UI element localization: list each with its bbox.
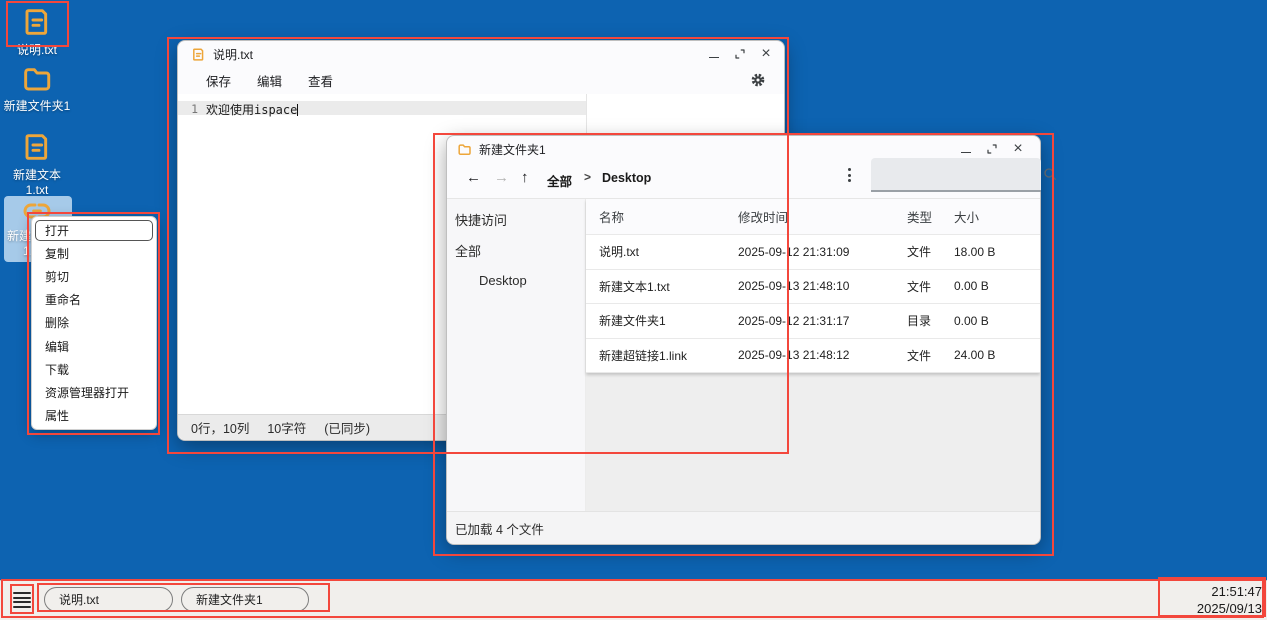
expand-icon <box>734 48 746 60</box>
desktop-icon-new-folder-1[interactable]: 新建文件夹1 <box>0 63 74 114</box>
cursor-position: 0行，10列 <box>191 418 249 437</box>
file-size: 0.00 B <box>954 279 989 293</box>
table-row[interactable]: 新建文件夹1 2025-09-12 21:31:17 目录 0.00 B <box>586 304 1040 339</box>
context-menu: 打开 复制 剪切 重命名 删除 编辑 下载 资源管理器打开 属性 <box>31 216 157 430</box>
expand-icon <box>986 143 998 155</box>
editor-window-title: 说明.txt <box>213 46 253 63</box>
char-count: 10字符 <box>267 418 306 437</box>
table-header-row: 名称 修改时间 类型 大小 <box>586 199 1040 235</box>
file-manager-body: 快捷访问 全部 Desktop 名称 修改时间 类型 大小 说明.txt 202… <box>447 199 1040 511</box>
file-name: 新建文本1.txt <box>599 278 670 295</box>
file-modified: 2025-09-13 21:48:12 <box>738 348 849 362</box>
file-name: 新建文件夹1 <box>599 312 666 329</box>
file-modified: 2025-09-12 21:31:09 <box>738 245 849 259</box>
context-menu-item-open[interactable]: 打开 <box>32 219 156 242</box>
breadcrumb-root[interactable]: 全部 <box>547 171 572 190</box>
taskbar-task-file-manager[interactable]: 新建文件夹1 <box>181 587 309 612</box>
more-options-kebab-icon[interactable] <box>842 166 856 184</box>
file-size: 18.00 B <box>954 245 995 259</box>
search-icon <box>1042 166 1058 182</box>
text-caret <box>297 104 298 116</box>
file-manager-statusbar: 已加载 4 个文件 <box>447 511 1040 544</box>
text-file-icon <box>21 5 53 39</box>
column-header-type[interactable]: 类型 <box>907 207 932 226</box>
desktop-icon-shuoming-txt[interactable]: 说明.txt <box>0 5 74 58</box>
desktop-icon-label: 1.txt <box>0 183 74 198</box>
sidebar-item-desktop[interactable]: Desktop <box>479 273 527 288</box>
column-header-size[interactable]: 大小 <box>954 207 979 226</box>
column-header-name[interactable]: 名称 <box>599 207 624 226</box>
menu-edit[interactable]: 编辑 <box>257 71 282 90</box>
file-type: 文件 <box>907 347 931 364</box>
table-row[interactable]: 新建超链接1.link 2025-09-13 21:48:12 文件 24.00… <box>586 339 1040 374</box>
context-menu-item-download[interactable]: 下载 <box>32 358 156 381</box>
clock-date: 2025/09/13 <box>1197 600 1262 617</box>
text-file-icon <box>21 130 53 164</box>
menu-view[interactable]: 查看 <box>308 71 333 90</box>
file-modified: 2025-09-12 21:31:17 <box>738 314 849 328</box>
taskbar: 说明.txt 新建文件夹1 21:51:47 2025/09/13 <box>0 580 1267 620</box>
breadcrumb-current[interactable]: Desktop <box>602 171 651 185</box>
desktop-icon-new-text-1[interactable]: 新建文本 1.txt <box>0 130 74 198</box>
folder-icon <box>457 142 472 157</box>
gear-icon <box>750 72 766 88</box>
file-name: 新建超链接1.link <box>599 347 687 364</box>
desktop-icon-label: 新建文本 <box>0 168 74 183</box>
sidebar-header-quick-access: 快捷访问 <box>455 210 507 229</box>
file-type: 目录 <box>907 312 931 329</box>
folder-icon <box>21 63 53 95</box>
sync-status: (已同步) <box>324 418 370 437</box>
nav-up-arrow[interactable]: ↑ <box>521 169 529 186</box>
context-menu-item-rename[interactable]: 重命名 <box>32 288 156 311</box>
file-size: 24.00 B <box>954 348 995 362</box>
context-menu-item-properties[interactable]: 属性 <box>32 404 156 427</box>
file-name: 说明.txt <box>599 243 639 260</box>
context-menu-item-delete[interactable]: 删除 <box>32 311 156 334</box>
desktop-icon-label: 新建文件夹1 <box>0 99 74 114</box>
editor-menubar: 保存 编辑 查看 <box>178 67 784 94</box>
search-input[interactable] <box>871 158 1042 190</box>
task-label: 说明.txt <box>59 591 99 608</box>
file-table: 名称 修改时间 类型 大小 说明.txt 2025-09-12 21:31:09… <box>586 199 1040 373</box>
file-modified: 2025-09-13 21:48:10 <box>738 279 849 293</box>
maximize-button[interactable] <box>732 46 748 62</box>
file-manager-window-title: 新建文件夹1 <box>479 141 546 158</box>
context-menu-item-edit[interactable]: 编辑 <box>32 335 156 358</box>
table-row[interactable]: 说明.txt 2025-09-12 21:31:09 文件 18.00 B <box>586 235 1040 270</box>
editor-line-text: 欢迎使用ispace <box>206 101 298 118</box>
settings-gear-button[interactable] <box>750 72 766 88</box>
loaded-files-status: 已加载 4 个文件 <box>455 519 544 538</box>
file-size: 0.00 B <box>954 314 989 328</box>
file-type: 文件 <box>907 278 931 295</box>
text-file-icon <box>191 47 206 62</box>
minimize-button[interactable] <box>958 141 974 157</box>
start-menu-hamburger-icon[interactable] <box>13 590 31 610</box>
context-menu-item-cut[interactable]: 剪切 <box>32 265 156 288</box>
editor-titlebar[interactable]: 说明.txt × <box>178 41 784 67</box>
close-button[interactable]: × <box>758 46 774 62</box>
file-type: 文件 <box>907 243 931 260</box>
file-manager-window: 新建文件夹1 × ← → ↑ 全部 > Desktop <box>446 135 1041 545</box>
nav-forward-arrow[interactable]: → <box>494 169 509 186</box>
search-box[interactable] <box>871 158 1041 192</box>
close-button[interactable]: × <box>1010 141 1026 157</box>
minimize-button[interactable] <box>706 46 722 62</box>
taskbar-clock: 21:51:47 2025/09/13 <box>1197 583 1262 617</box>
context-menu-item-copy[interactable]: 复制 <box>32 242 156 265</box>
menu-save[interactable]: 保存 <box>206 71 231 90</box>
line-number: 1 <box>178 102 198 116</box>
table-row[interactable]: 新建文本1.txt 2025-09-13 21:48:10 文件 0.00 B <box>586 270 1040 305</box>
task-label: 新建文件夹1 <box>196 591 263 608</box>
maximize-button[interactable] <box>984 141 1000 157</box>
file-manager-sidebar: 快捷访问 全部 Desktop <box>447 199 586 511</box>
sidebar-item-all[interactable]: 全部 <box>455 241 481 260</box>
clock-time: 21:51:47 <box>1197 583 1262 600</box>
context-menu-item-open-in-explorer[interactable]: 资源管理器打开 <box>32 381 156 404</box>
column-header-modified[interactable]: 修改时间 <box>738 207 788 226</box>
nav-back-arrow[interactable]: ← <box>466 169 481 186</box>
breadcrumb-separator-icon: > <box>584 170 591 184</box>
desktop-icon-label: 说明.txt <box>0 43 74 58</box>
taskbar-task-editor[interactable]: 说明.txt <box>44 587 173 612</box>
desktop: 说明.txt 新建文件夹1 新建文本 1.txt 新建超链接 1.link <box>0 0 1267 620</box>
